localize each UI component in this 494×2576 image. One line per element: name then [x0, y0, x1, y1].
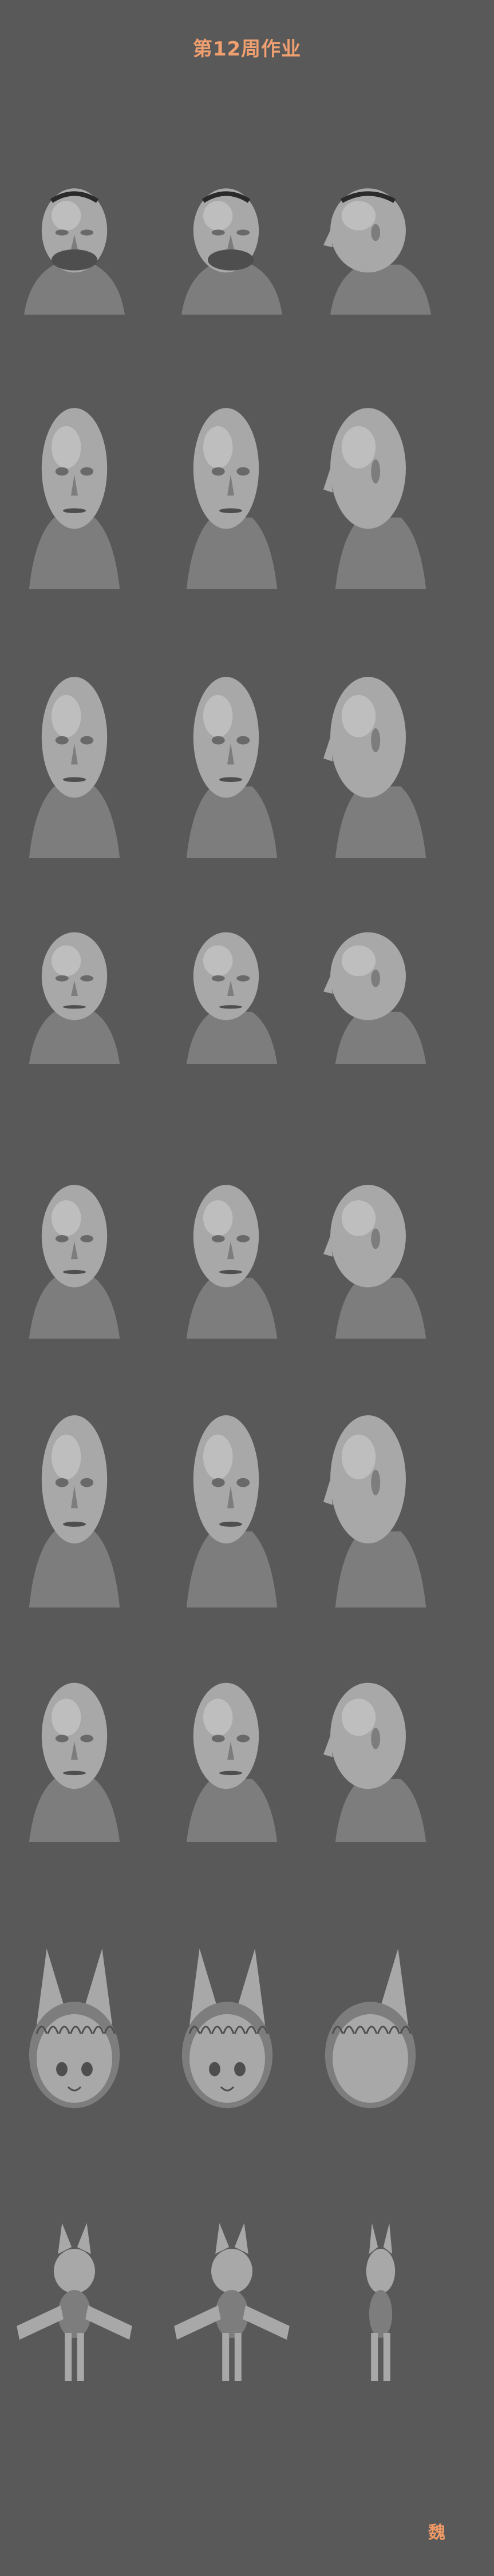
- male-head-2-front-view: [11, 669, 137, 858]
- artist-signature: 魏: [428, 2523, 445, 2543]
- sculpt-row-male-head-3: [0, 927, 494, 1064]
- male-head-4-three-quarter-view: [169, 1178, 295, 1339]
- grinning-old-man-head-side-view: [318, 1676, 444, 1842]
- sculpt-row-cat-eared-girl-head: [0, 1945, 494, 2122]
- sculpt-row-male-head-4: [0, 1178, 494, 1339]
- cat-eared-girl-figure-three-quarter-view: [163, 2220, 301, 2391]
- sculpt-row-grinning-old-man-head: [0, 1676, 494, 1842]
- male-head-3-side-view: [318, 927, 444, 1064]
- ogre-head-side-view: [318, 183, 444, 315]
- cat-eared-girl-head-side-view: [318, 1945, 444, 2122]
- sculpt-row-male-head-5: [0, 1407, 494, 1607]
- male-head-5-three-quarter-view: [169, 1407, 295, 1607]
- male-head-3-front-view: [11, 927, 137, 1064]
- male-head-4-front-view: [11, 1178, 137, 1339]
- sculpt-row-male-head-1: [0, 400, 494, 589]
- ogre-head-three-quarter-view: [169, 183, 295, 315]
- male-head-2-side-view: [318, 669, 444, 858]
- male-head-5-side-view: [318, 1407, 444, 1607]
- grinning-old-man-head-three-quarter-view: [169, 1676, 295, 1842]
- cat-eared-girl-figure-front-view: [6, 2220, 143, 2391]
- male-head-4-side-view: [318, 1178, 444, 1339]
- male-head-3-three-quarter-view: [169, 927, 295, 1064]
- male-head-1-side-view: [318, 400, 444, 589]
- ogre-head-front-view: [11, 183, 137, 315]
- cat-eared-girl-head-front-view: [11, 1945, 137, 2122]
- page-title: 第12周作业: [192, 38, 302, 61]
- sculpt-row-cat-eared-girl-figure: [0, 2220, 494, 2391]
- sculpt-row-ogre-head: [0, 183, 494, 315]
- male-head-1-front-view: [11, 400, 137, 589]
- male-head-1-three-quarter-view: [169, 400, 295, 589]
- male-head-2-three-quarter-view: [169, 669, 295, 858]
- grinning-old-man-head-front-view: [11, 1676, 137, 1842]
- male-head-5-front-view: [11, 1407, 137, 1607]
- cat-eared-girl-figure-side-view: [312, 2220, 449, 2391]
- sculpt-row-male-head-2: [0, 669, 494, 858]
- cat-eared-girl-head-three-quarter-view: [169, 1945, 295, 2122]
